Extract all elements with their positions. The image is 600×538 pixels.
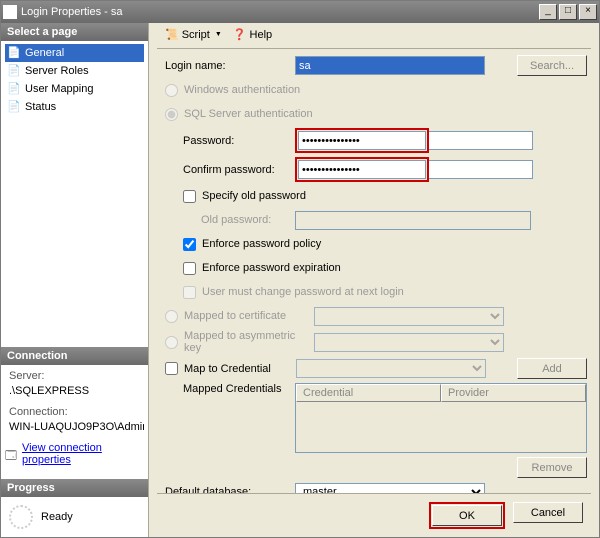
credential-column: Credential bbox=[296, 384, 441, 402]
select-page-header: Select a page bbox=[1, 23, 148, 41]
close-button[interactable]: × bbox=[579, 4, 597, 20]
progress-status: Ready bbox=[41, 511, 73, 523]
mapped-asym-label: Mapped to asymmetric key bbox=[184, 330, 314, 354]
titlebar: Login Properties - sa _ □ × bbox=[1, 1, 599, 23]
server-value: .\SQLEXPRESS bbox=[5, 384, 144, 398]
default-db-label: Default database: bbox=[165, 486, 295, 493]
old-password-input bbox=[295, 211, 531, 230]
password-input-ext[interactable] bbox=[429, 131, 533, 150]
maximize-button[interactable]: □ bbox=[559, 4, 577, 20]
page-server-roles[interactable]: 📄 Server Roles bbox=[5, 62, 144, 80]
sql-auth-label: SQL Server authentication bbox=[184, 108, 313, 120]
dropdown-icon: ▼ bbox=[215, 31, 222, 38]
page-icon: 📄 bbox=[7, 100, 21, 114]
script-icon: 📜 bbox=[165, 28, 179, 41]
left-panel: Select a page 📄 General 📄 Server Roles 📄 Us… bbox=[1, 23, 149, 537]
cancel-button[interactable]: Cancel bbox=[513, 502, 583, 523]
page-label: Status bbox=[25, 101, 56, 113]
page-user-mapping[interactable]: 📄 User Mapping bbox=[5, 80, 144, 98]
connection-label: Connection: bbox=[5, 404, 144, 420]
enforce-policy-label: Enforce password policy bbox=[202, 238, 321, 250]
progress-spinner-icon bbox=[9, 505, 33, 529]
confirm-password-input-ext[interactable] bbox=[429, 160, 533, 179]
must-change-label: User must change password at next login bbox=[202, 286, 404, 298]
login-name-input[interactable] bbox=[295, 56, 485, 75]
add-button: Add bbox=[517, 358, 587, 379]
password-input[interactable] bbox=[298, 131, 426, 150]
help-icon: ❓ bbox=[233, 28, 247, 41]
password-label: Password: bbox=[183, 135, 295, 147]
page-icon: 📄 bbox=[7, 64, 21, 78]
mapped-creds-list: CredentialProvider bbox=[295, 383, 587, 453]
minimize-button[interactable]: _ bbox=[539, 4, 557, 20]
mapped-cert-label: Mapped to certificate bbox=[184, 310, 314, 322]
page-icon: 📄 bbox=[7, 82, 21, 96]
default-db-select[interactable]: master bbox=[295, 483, 485, 494]
help-label: Help bbox=[250, 29, 273, 41]
dialog-footer: OK Cancel bbox=[157, 493, 591, 537]
form-area: Login name: Search... Windows authentica… bbox=[157, 49, 591, 493]
old-password-label: Old password: bbox=[201, 214, 295, 226]
windows-auth-label: Windows authentication bbox=[184, 84, 300, 96]
progress-header: Progress bbox=[1, 479, 148, 497]
sql-auth-radio bbox=[165, 108, 178, 121]
script-label: Script bbox=[182, 29, 210, 41]
confirm-password-label: Confirm password: bbox=[183, 164, 295, 176]
specify-old-checkbox[interactable] bbox=[183, 190, 196, 203]
connection-value: WIN-LUAQUJO9P3O\Administrator bbox=[5, 420, 144, 434]
cert-select bbox=[314, 307, 504, 326]
remove-button: Remove bbox=[517, 457, 587, 478]
map-credential-checkbox[interactable] bbox=[165, 362, 178, 375]
specify-old-label: Specify old password bbox=[202, 190, 306, 202]
password-highlight bbox=[295, 128, 429, 153]
search-button: Search... bbox=[517, 55, 587, 76]
map-credential-label: Map to Credential bbox=[184, 363, 296, 375]
confirm-password-input[interactable] bbox=[298, 160, 426, 179]
must-change-checkbox bbox=[183, 286, 196, 299]
windows-auth-radio bbox=[165, 84, 178, 97]
page-general[interactable]: 📄 General bbox=[5, 44, 144, 62]
login-name-label: Login name: bbox=[165, 60, 295, 72]
enforce-expiration-checkbox[interactable] bbox=[183, 262, 196, 275]
page-icon: 📄 bbox=[7, 46, 21, 60]
help-button[interactable]: ❓Help bbox=[229, 26, 276, 43]
mapped-asym-radio bbox=[165, 336, 178, 349]
confirm-highlight bbox=[295, 157, 429, 182]
page-label: General bbox=[25, 47, 64, 59]
view-connection-link[interactable]: View connection properties bbox=[22, 442, 144, 466]
enforce-policy-checkbox[interactable] bbox=[183, 238, 196, 251]
mapped-creds-label: Mapped Credentials bbox=[165, 383, 295, 395]
credential-select bbox=[296, 359, 486, 378]
app-icon bbox=[3, 5, 17, 19]
mapped-cert-radio bbox=[165, 310, 178, 323]
window-title: Login Properties - sa bbox=[21, 6, 537, 18]
provider-column: Provider bbox=[441, 384, 586, 402]
script-button[interactable]: 📜Script ▼ bbox=[161, 26, 226, 43]
page-status[interactable]: 📄 Status bbox=[5, 98, 144, 116]
enforce-expiration-label: Enforce password expiration bbox=[202, 262, 341, 274]
connection-header: Connection bbox=[1, 347, 148, 365]
server-label: Server: bbox=[5, 368, 144, 384]
ok-button[interactable]: OK bbox=[432, 505, 502, 526]
properties-icon: 🗔 bbox=[5, 447, 18, 461]
page-label: User Mapping bbox=[25, 83, 93, 95]
asym-select bbox=[314, 333, 504, 352]
right-panel: 📜Script ▼ ❓Help Login name: Search... Win… bbox=[149, 23, 599, 537]
page-label: Server Roles bbox=[25, 65, 89, 77]
ok-highlight: OK bbox=[429, 502, 505, 529]
